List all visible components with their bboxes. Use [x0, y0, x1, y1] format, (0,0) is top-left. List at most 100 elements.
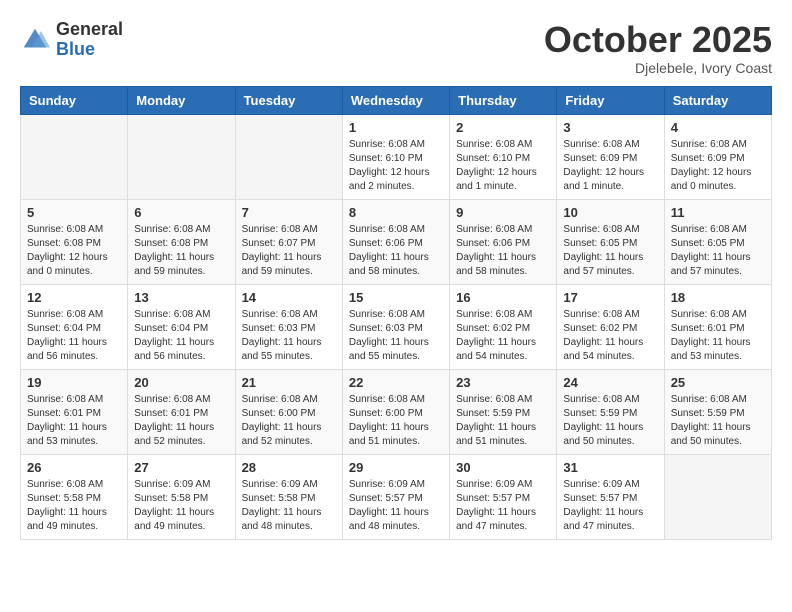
month-title: October 2025: [544, 20, 772, 60]
calendar-cell: [21, 114, 128, 199]
weekday-header-friday: Friday: [557, 86, 664, 114]
day-info: Sunrise: 6:08 AM Sunset: 6:09 PM Dayligh…: [563, 138, 657, 194]
day-number: 17: [563, 290, 657, 305]
calendar-cell: [128, 114, 235, 199]
calendar-cell: 3 Sunrise: 6:08 AM Sunset: 6:09 PM Daylig…: [557, 114, 664, 199]
calendar-cell: 17 Sunrise: 6:08 AM Sunset: 6:02 PM Dayli…: [557, 284, 664, 369]
day-number: 20: [134, 375, 228, 390]
day-number: 5: [27, 205, 121, 220]
day-number: 28: [242, 460, 336, 475]
day-info: Sunrise: 6:09 AM Sunset: 5:57 PM Dayligh…: [349, 478, 443, 534]
day-info: Sunrise: 6:08 AM Sunset: 5:59 PM Dayligh…: [671, 393, 765, 449]
day-info: Sunrise: 6:09 AM Sunset: 5:57 PM Dayligh…: [563, 478, 657, 534]
calendar-cell: 5 Sunrise: 6:08 AM Sunset: 6:08 PM Daylig…: [21, 199, 128, 284]
day-number: 2: [456, 120, 550, 135]
day-info: Sunrise: 6:08 AM Sunset: 6:01 PM Dayligh…: [134, 393, 228, 449]
calendar-cell: 15Sunrise: 6:08 AM Sunset: 6:03 PM Dayli…: [342, 284, 449, 369]
calendar-cell: 29 Sunrise: 6:09 AM Sunset: 5:57 PM Dayli…: [342, 454, 449, 539]
calendar-cell: 18 Sunrise: 6:08 AM Sunset: 6:01 PM Dayli…: [664, 284, 771, 369]
weekday-header-thursday: Thursday: [450, 86, 557, 114]
day-number: 14: [242, 290, 336, 305]
day-info: Sunrise: 6:08 AM Sunset: 6:03 PM Dayligh…: [349, 308, 443, 364]
calendar-cell: 2Sunrise: 6:08 AM Sunset: 6:10 PM Daylig…: [450, 114, 557, 199]
location: Djelebele, Ivory Coast: [544, 60, 772, 76]
calendar-cell: 23 Sunrise: 6:08 AM Sunset: 5:59 PM Dayli…: [450, 369, 557, 454]
calendar-cell: 4 Sunrise: 6:08 AM Sunset: 6:09 PM Daylig…: [664, 114, 771, 199]
day-info: Sunrise: 6:08 AM Sunset: 6:10 PM Dayligh…: [349, 138, 443, 194]
day-number: 19: [27, 375, 121, 390]
day-number: 21: [242, 375, 336, 390]
day-number: 31: [563, 460, 657, 475]
day-number: 22: [349, 375, 443, 390]
calendar-cell: 30Sunrise: 6:09 AM Sunset: 5:57 PM Dayli…: [450, 454, 557, 539]
calendar-cell: 31 Sunrise: 6:09 AM Sunset: 5:57 PM Dayli…: [557, 454, 664, 539]
calendar-week-3: 12 Sunrise: 6:08 AM Sunset: 6:04 PM Dayli…: [21, 284, 772, 369]
day-info: Sunrise: 6:08 AM Sunset: 6:04 PM Dayligh…: [134, 308, 228, 364]
calendar-week-4: 19 Sunrise: 6:08 AM Sunset: 6:01 PM Dayli…: [21, 369, 772, 454]
day-info: Sunrise: 6:08 AM Sunset: 6:08 PM Dayligh…: [27, 223, 121, 279]
day-number: 16: [456, 290, 550, 305]
day-info: Sunrise: 6:08 AM Sunset: 6:04 PM Dayligh…: [27, 308, 121, 364]
calendar-cell: 7 Sunrise: 6:08 AM Sunset: 6:07 PM Daylig…: [235, 199, 342, 284]
day-info: Sunrise: 6:08 AM Sunset: 6:06 PM Dayligh…: [456, 223, 550, 279]
day-number: 18: [671, 290, 765, 305]
day-number: 4: [671, 120, 765, 135]
day-number: 12: [27, 290, 121, 305]
weekday-header-row: SundayMondayTuesdayWednesdayThursdayFrid…: [21, 86, 772, 114]
day-info: Sunrise: 6:08 AM Sunset: 6:00 PM Dayligh…: [349, 393, 443, 449]
weekday-header-wednesday: Wednesday: [342, 86, 449, 114]
day-info: Sunrise: 6:08 AM Sunset: 6:01 PM Dayligh…: [27, 393, 121, 449]
calendar-cell: 6 Sunrise: 6:08 AM Sunset: 6:08 PM Daylig…: [128, 199, 235, 284]
day-number: 10: [563, 205, 657, 220]
day-info: Sunrise: 6:09 AM Sunset: 5:58 PM Dayligh…: [242, 478, 336, 534]
day-number: 26: [27, 460, 121, 475]
day-info: Sunrise: 6:08 AM Sunset: 6:08 PM Dayligh…: [134, 223, 228, 279]
calendar-cell: 10Sunrise: 6:08 AM Sunset: 6:05 PM Dayli…: [557, 199, 664, 284]
calendar-week-5: 26Sunrise: 6:08 AM Sunset: 5:58 PM Dayli…: [21, 454, 772, 539]
title-block: October 2025 Djelebele, Ivory Coast: [544, 20, 772, 76]
weekday-header-saturday: Saturday: [664, 86, 771, 114]
day-info: Sunrise: 6:08 AM Sunset: 6:00 PM Dayligh…: [242, 393, 336, 449]
day-info: Sunrise: 6:08 AM Sunset: 5:59 PM Dayligh…: [563, 393, 657, 449]
page-header: General Blue October 2025 Djelebele, Ivo…: [20, 20, 772, 76]
day-number: 11: [671, 205, 765, 220]
calendar-cell: [664, 454, 771, 539]
calendar-cell: 21 Sunrise: 6:08 AM Sunset: 6:00 PM Dayli…: [235, 369, 342, 454]
calendar-cell: [235, 114, 342, 199]
day-info: Sunrise: 6:08 AM Sunset: 6:07 PM Dayligh…: [242, 223, 336, 279]
calendar-week-1: 1Sunrise: 6:08 AM Sunset: 6:10 PM Daylig…: [21, 114, 772, 199]
logo-icon: [20, 25, 50, 55]
calendar-cell: 9Sunrise: 6:08 AM Sunset: 6:06 PM Daylig…: [450, 199, 557, 284]
calendar-cell: 22 Sunrise: 6:08 AM Sunset: 6:00 PM Dayli…: [342, 369, 449, 454]
calendar-week-2: 5 Sunrise: 6:08 AM Sunset: 6:08 PM Daylig…: [21, 199, 772, 284]
logo-general: General: [56, 20, 123, 40]
calendar-cell: 28 Sunrise: 6:09 AM Sunset: 5:58 PM Dayli…: [235, 454, 342, 539]
day-info: Sunrise: 6:08 AM Sunset: 5:59 PM Dayligh…: [456, 393, 550, 449]
calendar-cell: 16Sunrise: 6:08 AM Sunset: 6:02 PM Dayli…: [450, 284, 557, 369]
day-number: 3: [563, 120, 657, 135]
day-info: Sunrise: 6:09 AM Sunset: 5:58 PM Dayligh…: [134, 478, 228, 534]
day-info: Sunrise: 6:08 AM Sunset: 6:09 PM Dayligh…: [671, 138, 765, 194]
day-info: Sunrise: 6:08 AM Sunset: 6:01 PM Dayligh…: [671, 308, 765, 364]
weekday-header-monday: Monday: [128, 86, 235, 114]
day-number: 27: [134, 460, 228, 475]
day-number: 30: [456, 460, 550, 475]
calendar-cell: 19 Sunrise: 6:08 AM Sunset: 6:01 PM Dayli…: [21, 369, 128, 454]
logo-text: General Blue: [56, 20, 123, 60]
day-number: 25: [671, 375, 765, 390]
day-number: 8: [349, 205, 443, 220]
calendar-cell: 27 Sunrise: 6:09 AM Sunset: 5:58 PM Dayli…: [128, 454, 235, 539]
calendar-cell: 25 Sunrise: 6:08 AM Sunset: 5:59 PM Dayli…: [664, 369, 771, 454]
day-number: 6: [134, 205, 228, 220]
calendar-cell: 8Sunrise: 6:08 AM Sunset: 6:06 PM Daylig…: [342, 199, 449, 284]
day-number: 7: [242, 205, 336, 220]
weekday-header-tuesday: Tuesday: [235, 86, 342, 114]
day-info: Sunrise: 6:08 AM Sunset: 6:02 PM Dayligh…: [563, 308, 657, 364]
calendar-cell: 11Sunrise: 6:08 AM Sunset: 6:05 PM Dayli…: [664, 199, 771, 284]
day-number: 23: [456, 375, 550, 390]
calendar-cell: 1Sunrise: 6:08 AM Sunset: 6:10 PM Daylig…: [342, 114, 449, 199]
day-number: 29: [349, 460, 443, 475]
logo: General Blue: [20, 20, 123, 60]
day-number: 13: [134, 290, 228, 305]
logo-blue: Blue: [56, 40, 123, 60]
